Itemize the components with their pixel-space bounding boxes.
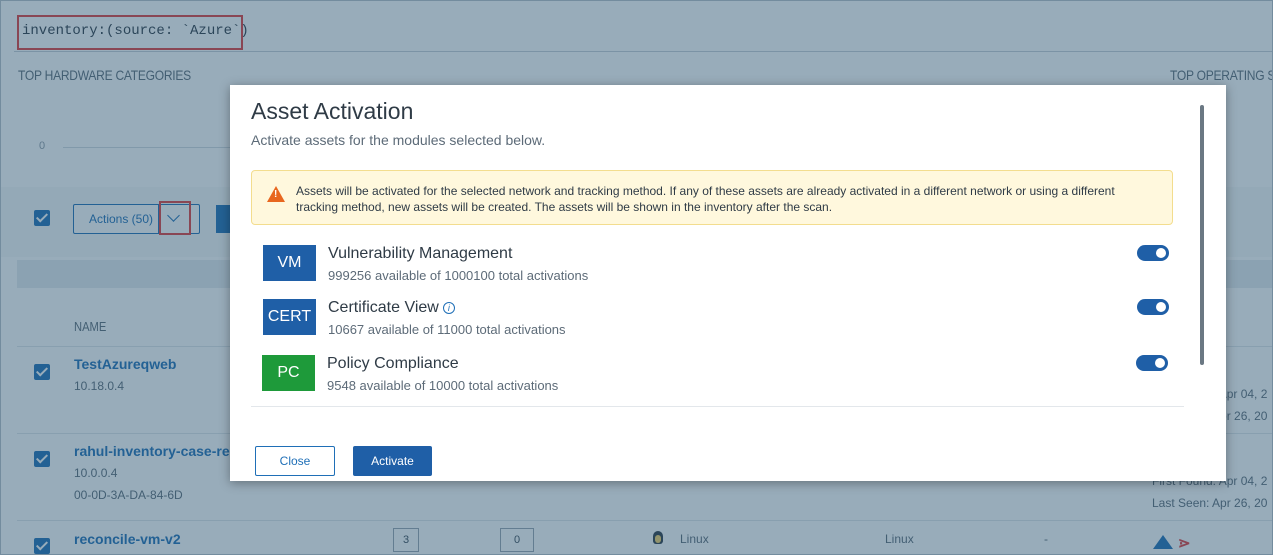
module-name-wrap: Certificate View i	[328, 299, 455, 317]
module-vm: VM Vulnerability Management 999256 avail…	[251, 245, 1181, 297]
dialog-scrollbar[interactable]	[1200, 105, 1204, 365]
asset-activation-dialog: Asset Activation Activate assets for the…	[230, 85, 1226, 481]
module-pc: PC Policy Compliance 9548 available of 1…	[251, 355, 1181, 407]
vm-toggle[interactable]	[1137, 245, 1169, 261]
modules-divider	[251, 406, 1184, 407]
module-availability: 9548 available of 10000 total activation…	[327, 378, 559, 393]
module-name: Vulnerability Management	[328, 245, 513, 262]
warning-banner: Assets will be activated for the selecte…	[251, 170, 1173, 225]
activate-button[interactable]: Activate	[353, 446, 432, 476]
module-availability: 999256 available of 1000100 total activa…	[328, 268, 589, 283]
module-cert: CERT Certificate View i 10667 available o…	[251, 299, 1181, 351]
close-button[interactable]: Close	[255, 446, 335, 476]
warning-icon	[267, 186, 285, 202]
warning-text: Assets will be activated for the selecte…	[296, 184, 1115, 214]
module-availability: 10667 available of 11000 total activatio…	[328, 322, 566, 337]
module-name: Policy Compliance	[327, 355, 459, 372]
vm-badge: VM	[263, 245, 316, 281]
dialog-subtitle: Activate assets for the modules selected…	[251, 132, 546, 148]
info-icon[interactable]: i	[442, 302, 455, 314]
pc-badge: PC	[262, 355, 315, 391]
dialog-title: Asset Activation	[251, 98, 414, 124]
cert-badge: CERT	[263, 299, 316, 335]
pc-toggle[interactable]	[1136, 355, 1168, 371]
module-name: Certificate View	[328, 299, 439, 316]
cert-toggle[interactable]	[1137, 299, 1169, 315]
